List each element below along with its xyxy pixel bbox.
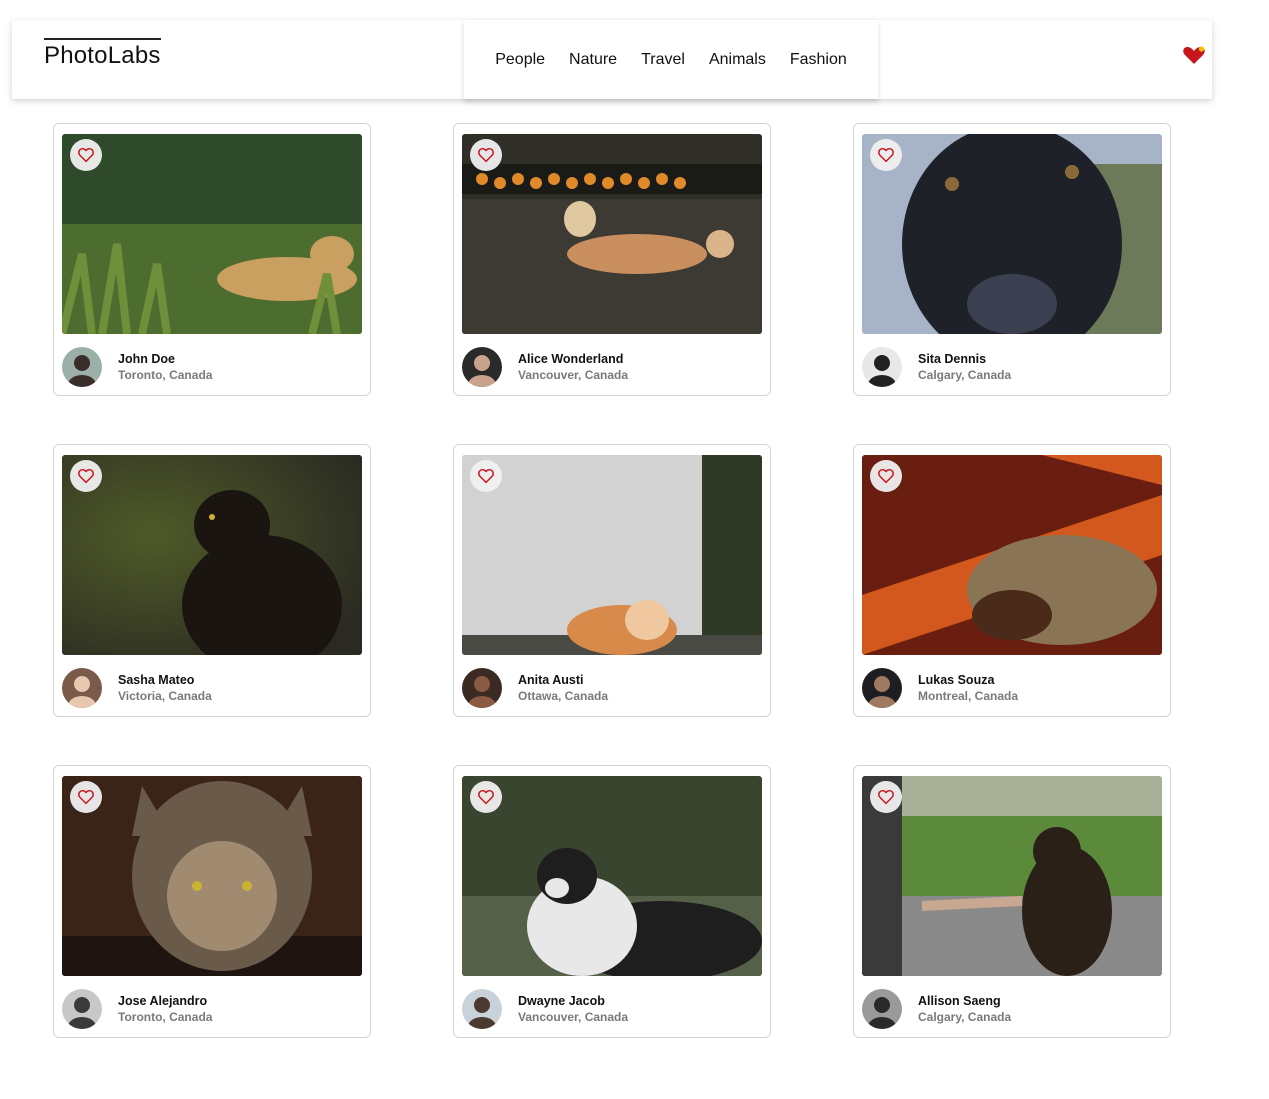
- avatar: [862, 347, 902, 387]
- photo-list-item[interactable]: Alice Wonderland Vancouver, Canada: [453, 123, 771, 396]
- like-button[interactable]: [870, 781, 902, 813]
- avatar: [862, 989, 902, 1029]
- topic-nature[interactable]: Nature: [569, 51, 617, 69]
- photo-list-item[interactable]: Jose Alejandro Toronto, Canada: [53, 765, 371, 1038]
- app-logo[interactable]: PhotoLabs: [44, 38, 161, 70]
- photographer-name: Allison Saeng: [918, 994, 1001, 1008]
- photographer-location: Montreal, Canada: [918, 689, 1019, 703]
- photo-list-item[interactable]: Sita Dennis Calgary, Canada: [853, 123, 1171, 396]
- like-button[interactable]: [470, 460, 502, 492]
- avatar: [462, 347, 502, 387]
- heart-outline-icon: [77, 788, 95, 806]
- photo-image[interactable]: [462, 134, 762, 334]
- heart-outline-icon: [477, 788, 495, 806]
- photographer-name: Alice Wonderland: [518, 352, 624, 366]
- photographer-name: Sasha Mateo: [118, 673, 195, 687]
- avatar: [862, 668, 902, 708]
- photo-image[interactable]: [62, 134, 362, 334]
- photo-image[interactable]: [862, 776, 1162, 976]
- like-button[interactable]: [470, 781, 502, 813]
- heart-outline-icon: [877, 146, 895, 164]
- photo-image[interactable]: [862, 455, 1162, 655]
- topic-list: People Nature Travel Animals Fashion: [464, 20, 878, 99]
- photographer-location: Vancouver, Canada: [518, 368, 629, 382]
- like-button[interactable]: [70, 781, 102, 813]
- top-nav-bar: PhotoLabs People Nature Travel Animals F…: [12, 20, 1212, 99]
- like-button[interactable]: [870, 460, 902, 492]
- photographer-location: Calgary, Canada: [918, 368, 1012, 382]
- photo-image[interactable]: [462, 776, 762, 976]
- photographer-location: Vancouver, Canada: [518, 1010, 629, 1024]
- avatar: [462, 668, 502, 708]
- topic-animals[interactable]: Animals: [709, 51, 766, 69]
- photographer-name: Sita Dennis: [918, 352, 987, 366]
- heart-outline-icon: [477, 467, 495, 485]
- photographer-location: Toronto, Canada: [118, 1010, 213, 1024]
- photo-list-item[interactable]: Anita Austi Ottawa, Canada: [453, 444, 771, 717]
- like-button[interactable]: [470, 139, 502, 171]
- avatar: [62, 989, 102, 1029]
- avatar: [62, 347, 102, 387]
- photographer-name: Dwayne Jacob: [518, 994, 605, 1008]
- photographer-name: Lukas Souza: [918, 673, 995, 687]
- topic-fashion[interactable]: Fashion: [790, 51, 847, 69]
- photographer-location: Toronto, Canada: [118, 368, 213, 382]
- photographer-name: Anita Austi: [518, 673, 584, 687]
- photo-image[interactable]: [62, 455, 362, 655]
- photo-list-item[interactable]: Sasha Mateo Victoria, Canada: [53, 444, 371, 717]
- avatar: [62, 668, 102, 708]
- avatar: [462, 989, 502, 1029]
- like-button[interactable]: [70, 460, 102, 492]
- photo-list-item[interactable]: Lukas Souza Montreal, Canada: [853, 444, 1171, 717]
- photo-image[interactable]: [62, 776, 362, 976]
- photo-image[interactable]: [462, 455, 762, 655]
- heart-outline-icon: [877, 467, 895, 485]
- photographer-name: John Doe: [118, 352, 175, 366]
- photo-list-item[interactable]: Allison Saeng Calgary, Canada: [853, 765, 1171, 1038]
- photo-list-item[interactable]: John Doe Toronto, Canada: [53, 123, 371, 396]
- heart-outline-icon: [77, 467, 95, 485]
- photographer-location: Calgary, Canada: [918, 1010, 1012, 1024]
- photo-image[interactable]: [862, 134, 1162, 334]
- heart-outline-icon: [877, 788, 895, 806]
- heart-outline-icon: [477, 146, 495, 164]
- photographer-location: Victoria, Canada: [118, 689, 212, 703]
- like-button[interactable]: [870, 139, 902, 171]
- photographer-name: Jose Alejandro: [118, 994, 208, 1008]
- photo-list-item[interactable]: Dwayne Jacob Vancouver, Canada: [453, 765, 771, 1038]
- topic-people[interactable]: People: [495, 51, 545, 69]
- favorites-heart-icon[interactable]: [1182, 44, 1206, 66]
- topic-travel[interactable]: Travel: [641, 51, 685, 69]
- heart-outline-icon: [77, 146, 95, 164]
- photographer-location: Ottawa, Canada: [518, 689, 609, 703]
- like-button[interactable]: [70, 139, 102, 171]
